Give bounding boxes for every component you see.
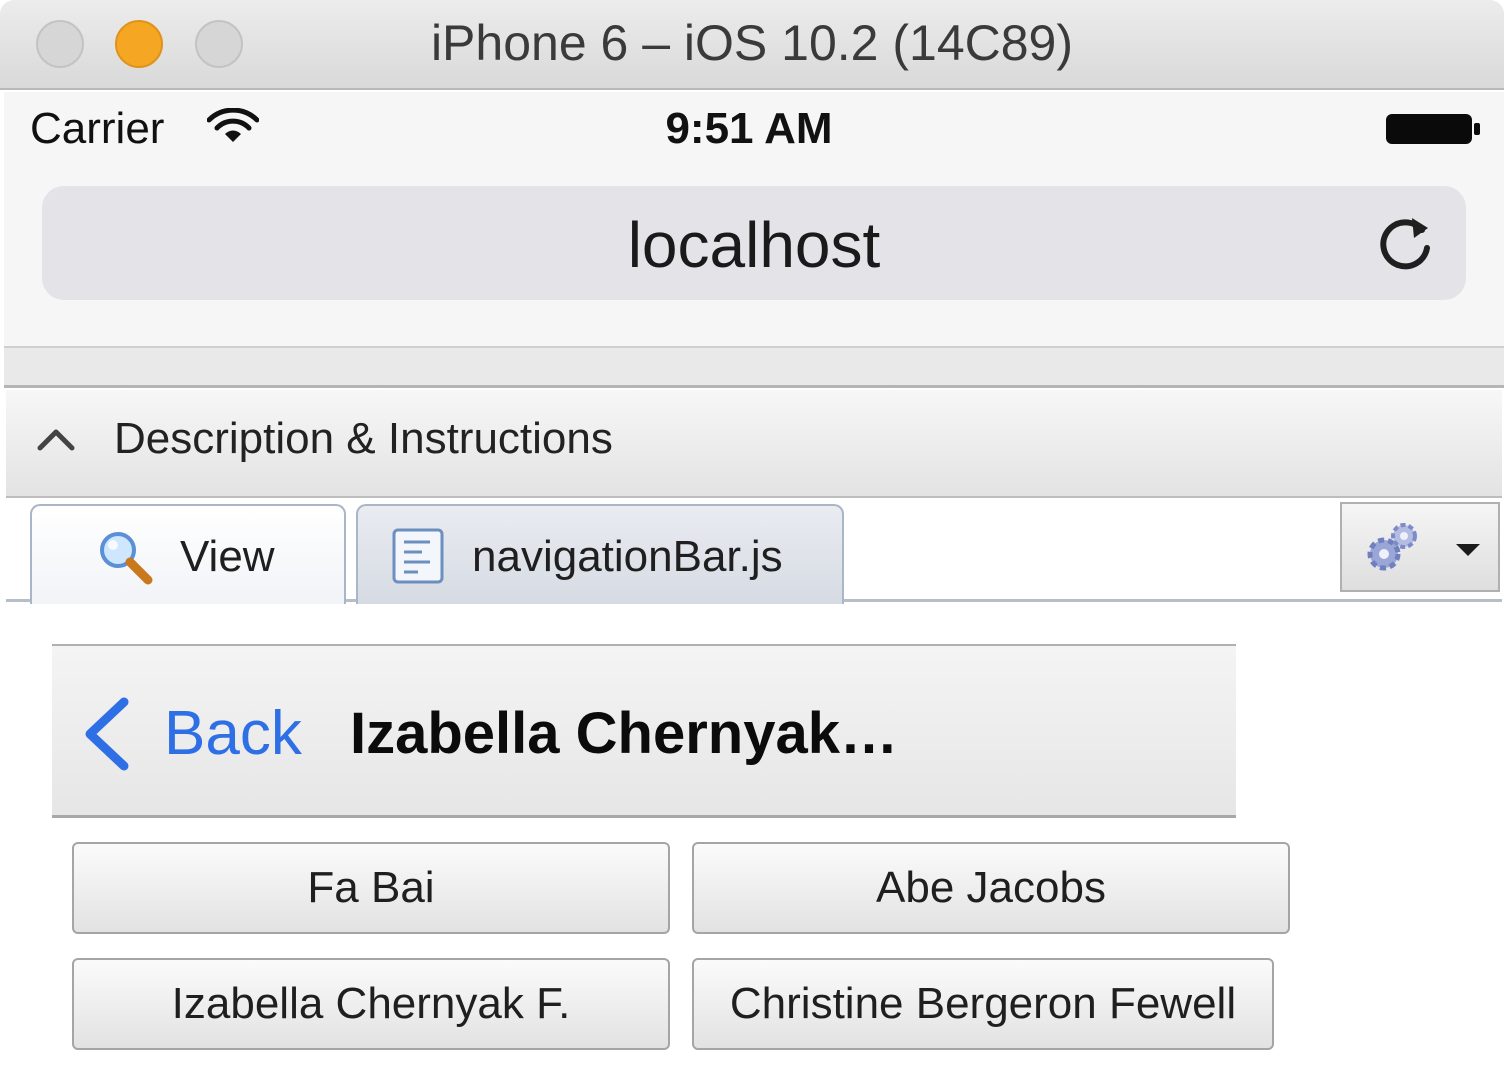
url-bar[interactable]: localhost — [42, 186, 1466, 300]
toolbar-strip — [4, 346, 1504, 388]
description-header[interactable]: Description & Instructions — [6, 390, 1502, 498]
person-button[interactable]: Abe Jacobs — [692, 842, 1290, 934]
navbar-title: Izabella Chernyak… — [350, 701, 898, 766]
magnifier-icon — [100, 532, 153, 585]
back-button[interactable]: Back — [80, 690, 320, 780]
battery-icon — [1386, 114, 1480, 144]
tab-view-label: View — [180, 532, 275, 581]
person-button[interactable]: Izabella Chernyak F. — [72, 958, 670, 1050]
chevron-up-icon — [37, 429, 75, 451]
description-label: Description & Instructions — [114, 414, 613, 463]
chevron-left-icon — [85, 697, 129, 771]
safari-chrome: Carrier 9:51 AM localhost — [4, 92, 1504, 388]
tab-strip: View navigationBar.js — [6, 498, 1502, 605]
tab-navigationbar-js[interactable]: navigationBar.js — [356, 504, 844, 604]
caret-down-icon — [1456, 544, 1480, 556]
status-time: 9:51 AM — [665, 104, 833, 153]
person-button[interactable]: Christine Bergeron Fewell — [692, 958, 1274, 1050]
tab-view[interactable]: View — [30, 504, 346, 605]
tab-navigationbar-js-label: navigationBar.js — [472, 532, 783, 581]
window-title: iPhone 6 – iOS 10.2 (14C89) — [430, 15, 1074, 71]
person-button[interactable]: Fa Bai — [72, 842, 670, 934]
url-text: localhost — [627, 209, 881, 281]
navigation-bar: Back Izabella Chernyak… — [52, 644, 1236, 818]
gear-icon — [1367, 523, 1417, 571]
back-label: Back — [164, 699, 302, 768]
simulator-title-bar: iPhone 6 – iOS 10.2 (14C89) — [0, 0, 1504, 90]
reload-icon[interactable] — [1372, 210, 1438, 276]
settings-dropdown-button[interactable] — [1340, 502, 1500, 592]
js-file-icon — [392, 528, 444, 584]
